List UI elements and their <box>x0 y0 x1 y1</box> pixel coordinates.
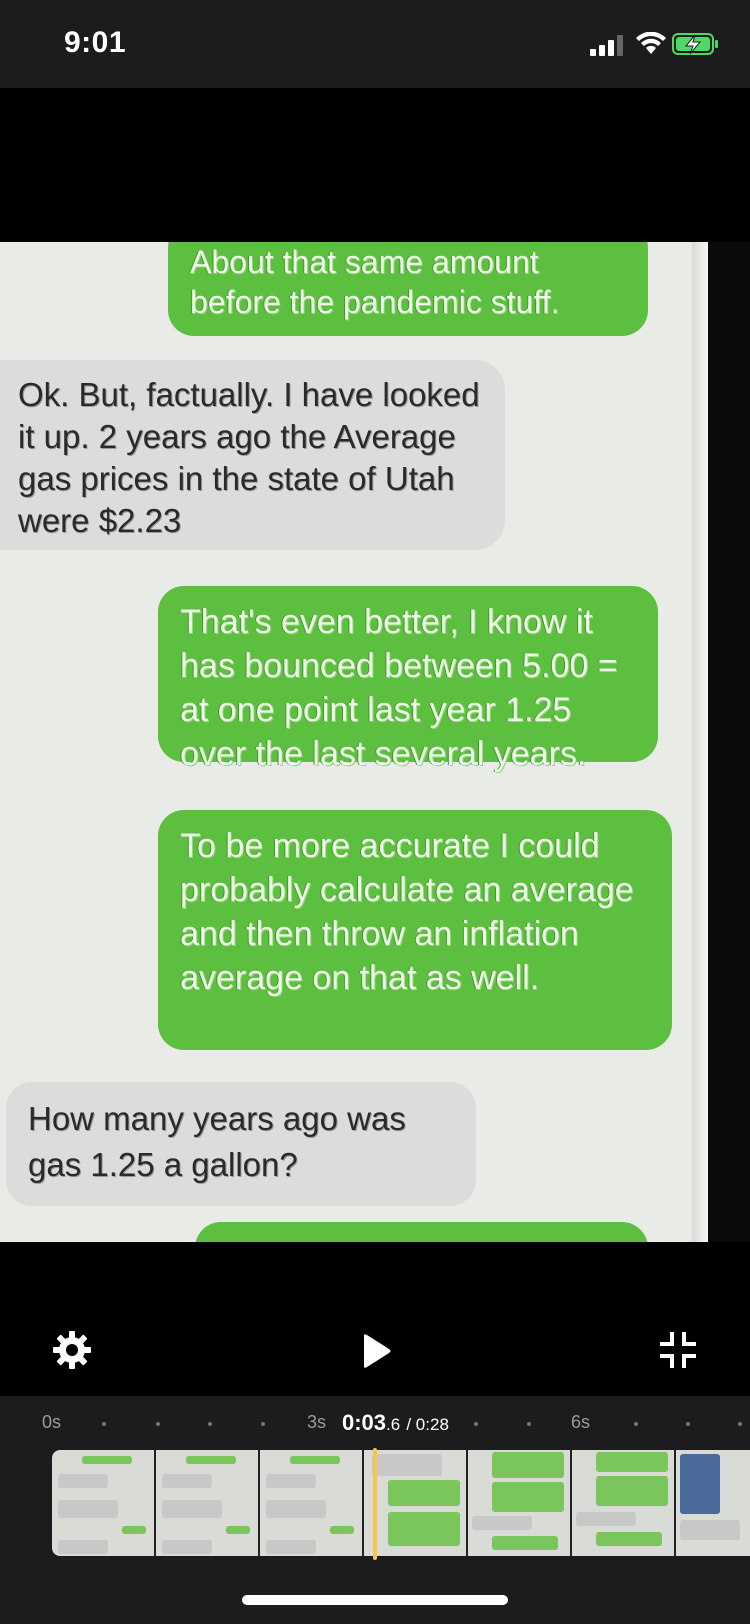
sent-message: To be more accurate I could probably cal… <box>158 810 672 1050</box>
gear-icon[interactable] <box>52 1330 92 1370</box>
tick-dot <box>208 1422 212 1426</box>
phone-bezel-highlight <box>692 242 708 1242</box>
tick-label: 3s <box>307 1412 327 1432</box>
tick-dot <box>261 1422 265 1426</box>
current-time: 0:03.6 / 0:28 <box>342 1410 449 1435</box>
exit-fullscreen-icon[interactable] <box>660 1332 696 1368</box>
play-icon[interactable] <box>360 1333 392 1369</box>
status-bar: 9:01 <box>0 0 750 88</box>
cellular-signal-icon <box>590 35 623 56</box>
tick-dot <box>156 1422 160 1426</box>
playhead[interactable] <box>373 1448 377 1560</box>
filmstrip-thumbnail <box>52 1450 156 1556</box>
filmstrip-thumbnail <box>156 1450 260 1556</box>
tick-dot <box>686 1422 690 1426</box>
sent-message-partial <box>195 1222 648 1242</box>
tick-label: 0s <box>42 1412 62 1432</box>
received-message: Ok. But, factually. I have looked it up.… <box>0 360 505 550</box>
tick-dot <box>738 1422 742 1426</box>
home-indicator[interactable] <box>242 1595 508 1605</box>
filmstrip[interactable] <box>52 1450 750 1556</box>
wifi-icon <box>636 32 666 54</box>
status-time: 9:01 <box>64 26 127 59</box>
filmstrip-thumbnail <box>260 1450 364 1556</box>
sent-message: That's even better, I know it has bounce… <box>158 586 658 773</box>
filmstrip-thumbnail <box>676 1450 750 1556</box>
tick-label: 6s <box>571 1412 591 1432</box>
tick-dot <box>527 1422 531 1426</box>
filmstrip-thumbnail <box>468 1450 572 1556</box>
tick-dot <box>474 1422 478 1426</box>
battery-charging-icon <box>672 33 718 55</box>
tick-dot <box>102 1422 106 1426</box>
playback-controls <box>0 1242 750 1396</box>
video-frame[interactable]: About that same amount before the pandem… <box>0 242 750 1242</box>
filmstrip-thumbnail <box>572 1450 676 1556</box>
phone-bezel <box>708 242 750 1242</box>
received-message: How many years ago was gas 1.25 a gallon… <box>6 1082 476 1206</box>
tick-dot <box>634 1422 638 1426</box>
filmstrip-thumbnail <box>364 1450 468 1556</box>
sent-message: About that same amount before the pandem… <box>168 242 648 336</box>
